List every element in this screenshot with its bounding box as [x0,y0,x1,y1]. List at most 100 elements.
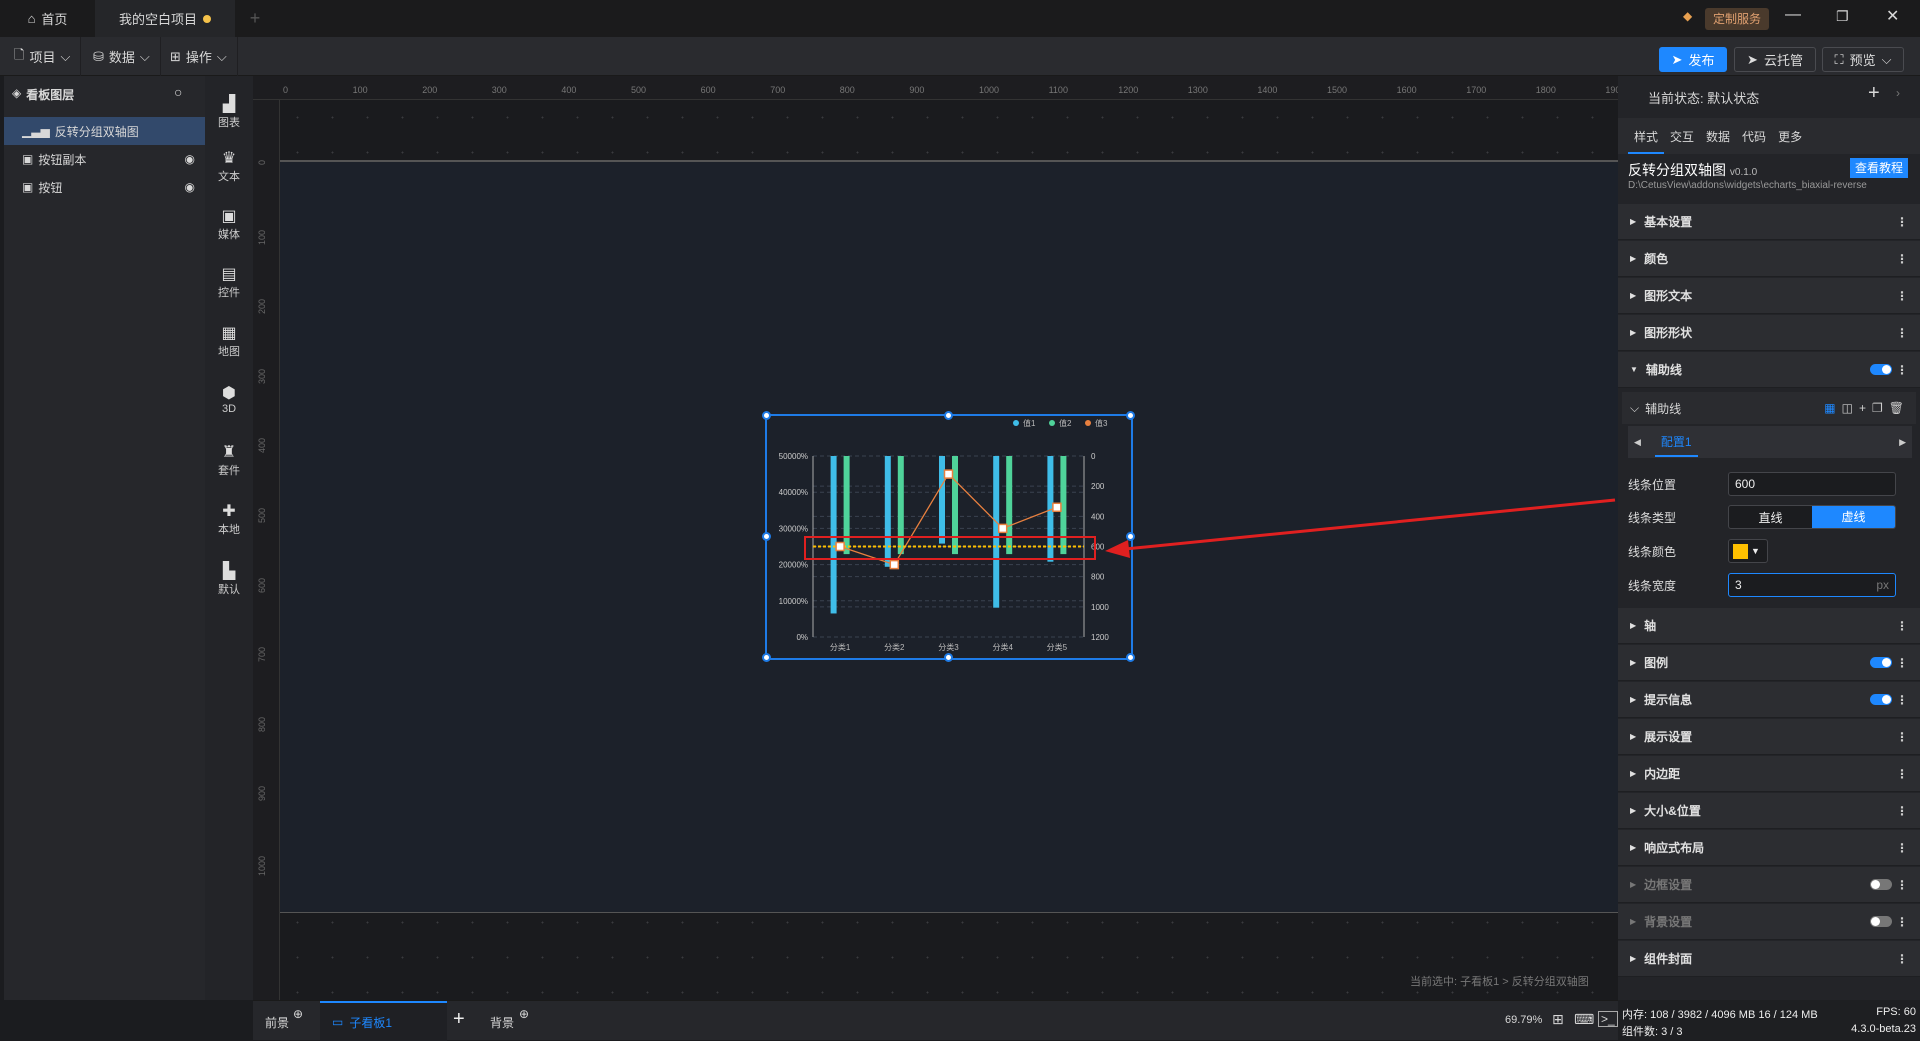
more-icon[interactable]: ⋮ [1896,326,1908,340]
component-category[interactable]: ♜ 套件 [205,444,253,478]
component-category[interactable]: ▙ 默认 [205,563,253,597]
line-point[interactable] [997,523,1008,534]
line-point[interactable] [835,541,845,552]
preview-button[interactable]: ⛶ 预览 ⌵ [1822,47,1904,72]
layout-icon[interactable]: ▦ [1824,401,1841,415]
legend-label[interactable]: 值1 [1023,418,1036,428]
publish-button[interactable]: ➤ 发布 [1659,47,1727,72]
more-icon[interactable]: ⋮ [1896,841,1908,855]
section-toggle[interactable] [1870,364,1892,375]
chart-widget[interactable]: 0 200 400 600 800 1000 1200 0% 10000% 20000% 30000… [761,410,1135,662]
add-foreground-icon[interactable]: ⊕ [293,1007,303,1021]
visibility-icon[interactable]: ◉ [185,180,195,194]
bar[interactable] [897,456,904,555]
settings-section[interactable]: ▶ 大小&位置 ⋮ [1618,793,1920,829]
panel-tab[interactable]: 样式 [1628,118,1665,154]
settings-section[interactable]: ▶ 轴 ⋮ [1618,608,1920,644]
terminal-icon[interactable]: >_ [1598,1011,1618,1027]
panel-tab[interactable]: 更多 [1772,118,1808,154]
component-category[interactable]: ♛ 文本 [205,150,253,184]
columns-icon[interactable]: ◫ [1842,401,1859,415]
search-icon[interactable]: ○ [174,84,182,100]
component-category[interactable]: ▦ 地图 [205,325,253,359]
more-icon[interactable]: ⋮ [1896,878,1908,892]
panel-tab[interactable]: 交互 [1664,118,1700,154]
component-category[interactable]: ✚ 本地 [205,503,253,537]
component-category[interactable]: ▟ 图表 [205,96,253,130]
tab-foreground[interactable]: 前景 [265,1014,289,1031]
add-background-icon[interactable]: ⊕ [519,1007,529,1021]
bar[interactable] [884,456,891,567]
new-tab-button[interactable]: + [245,0,265,37]
fit-screen-icon[interactable]: ⊞ [1552,1011,1564,1028]
component-category[interactable]: ▤ 控件 [205,266,253,300]
minimize-button[interactable]: — [1785,6,1801,24]
more-icon[interactable]: ⋮ [1896,915,1908,929]
chevron-right-icon[interactable]: › [1896,86,1900,100]
tab-home[interactable]: ⌂ 首页 [0,0,95,37]
custom-service-button[interactable]: 定制服务 [1705,8,1770,30]
visibility-icon[interactable]: ◉ [185,152,195,166]
more-icon[interactable]: ⋮ [1896,952,1908,966]
section-toggle[interactable] [1870,916,1892,927]
close-button[interactable]: ✕ [1886,6,1899,26]
component-category[interactable]: ⬢ 3D [205,385,253,415]
settings-section[interactable]: ▶ 提示信息 ⋮ [1618,682,1920,718]
layer-item[interactable]: ▣ 按钮副本 ◉ [4,145,205,173]
cloud-host-button[interactable]: ➤ 云托管 [1734,47,1816,72]
tab-subboard[interactable]: ▭ 子看板1 [320,1001,447,1041]
add-icon[interactable]: + [1859,401,1872,415]
line-position-input[interactable]: 600 [1728,472,1896,496]
tab-config1[interactable]: 配置1 [1654,427,1698,457]
menu-project[interactable]: 🗋 项目 ⌵ [4,37,82,76]
delete-icon[interactable]: 🗑 [1889,401,1910,415]
resize-handle[interactable] [761,652,771,662]
settings-section[interactable]: ▶ 图形形状 ⋮ [1618,315,1920,351]
resize-handle[interactable] [943,652,953,662]
more-icon[interactable]: ⋮ [1896,767,1908,781]
resize-handle[interactable] [943,410,953,420]
settings-section[interactable]: ▶ 基本设置 ⋮ [1618,204,1920,240]
line-type-dashed[interactable]: 虚线 [1812,506,1895,528]
more-icon[interactable]: ⋮ [1896,730,1908,744]
layer-item[interactable]: ▁▃▅ 反转分组双轴图 [4,117,205,145]
section-toggle[interactable] [1870,879,1892,890]
settings-section[interactable]: ▶ 图形文本 ⋮ [1618,278,1920,314]
tab-project[interactable]: 我的空白项目 [95,0,235,37]
prev-tab-icon[interactable]: ◀ [1634,437,1641,448]
line-point[interactable] [943,469,954,479]
add-board-button[interactable]: + [453,1008,465,1031]
resize-handle[interactable] [1125,652,1135,662]
copy-icon[interactable]: ❐ [1872,401,1889,415]
line-point[interactable] [889,559,900,570]
settings-section[interactable]: ▼ 辅助线 ⋮ [1618,352,1920,388]
next-tab-icon[interactable]: ▶ [1899,437,1906,448]
menu-data[interactable]: ⛁ 数据 ⌵ [83,37,161,76]
tutorial-button[interactable]: 查看教程 [1850,158,1909,178]
add-state-button[interactable]: + [1868,82,1880,105]
settings-section[interactable]: ▶ 背景设置 ⋮ [1618,904,1920,940]
component-category[interactable]: ▣ 媒体 [205,208,253,242]
guideline-sub-header[interactable]: ⌵ 辅助线 ▦◫+❐🗑 [1622,392,1916,424]
keyboard-icon[interactable]: ⌨ [1574,1011,1594,1028]
settings-section[interactable]: ▶ 颜色 ⋮ [1618,241,1920,277]
resize-handle[interactable] [761,531,771,541]
line-color-picker[interactable]: ▼ [1728,539,1768,563]
settings-section[interactable]: ▶ 图例 ⋮ [1618,645,1920,681]
legend-label[interactable]: 值2 [1059,418,1072,428]
settings-section[interactable]: ▶ 边框设置 ⋮ [1618,867,1920,903]
settings-section[interactable]: ▶ 组件封面 ⋮ [1618,941,1920,977]
resize-handle[interactable] [761,410,771,420]
line-type-solid[interactable]: 直线 [1729,509,1812,526]
resize-handle[interactable] [1125,410,1135,420]
line-point[interactable] [1052,502,1062,513]
bar[interactable] [843,456,850,555]
more-icon[interactable]: ⋮ [1896,656,1908,670]
restore-button[interactable]: ❐ [1836,8,1849,25]
bar[interactable] [1006,456,1013,555]
legend-label[interactable]: 值3 [1095,418,1108,428]
tab-background[interactable]: 背景 [490,1014,514,1031]
settings-section[interactable]: ▶ 展示设置 ⋮ [1618,719,1920,755]
section-toggle[interactable] [1870,657,1892,668]
settings-section[interactable]: ▶ 响应式布局 ⋮ [1618,830,1920,866]
